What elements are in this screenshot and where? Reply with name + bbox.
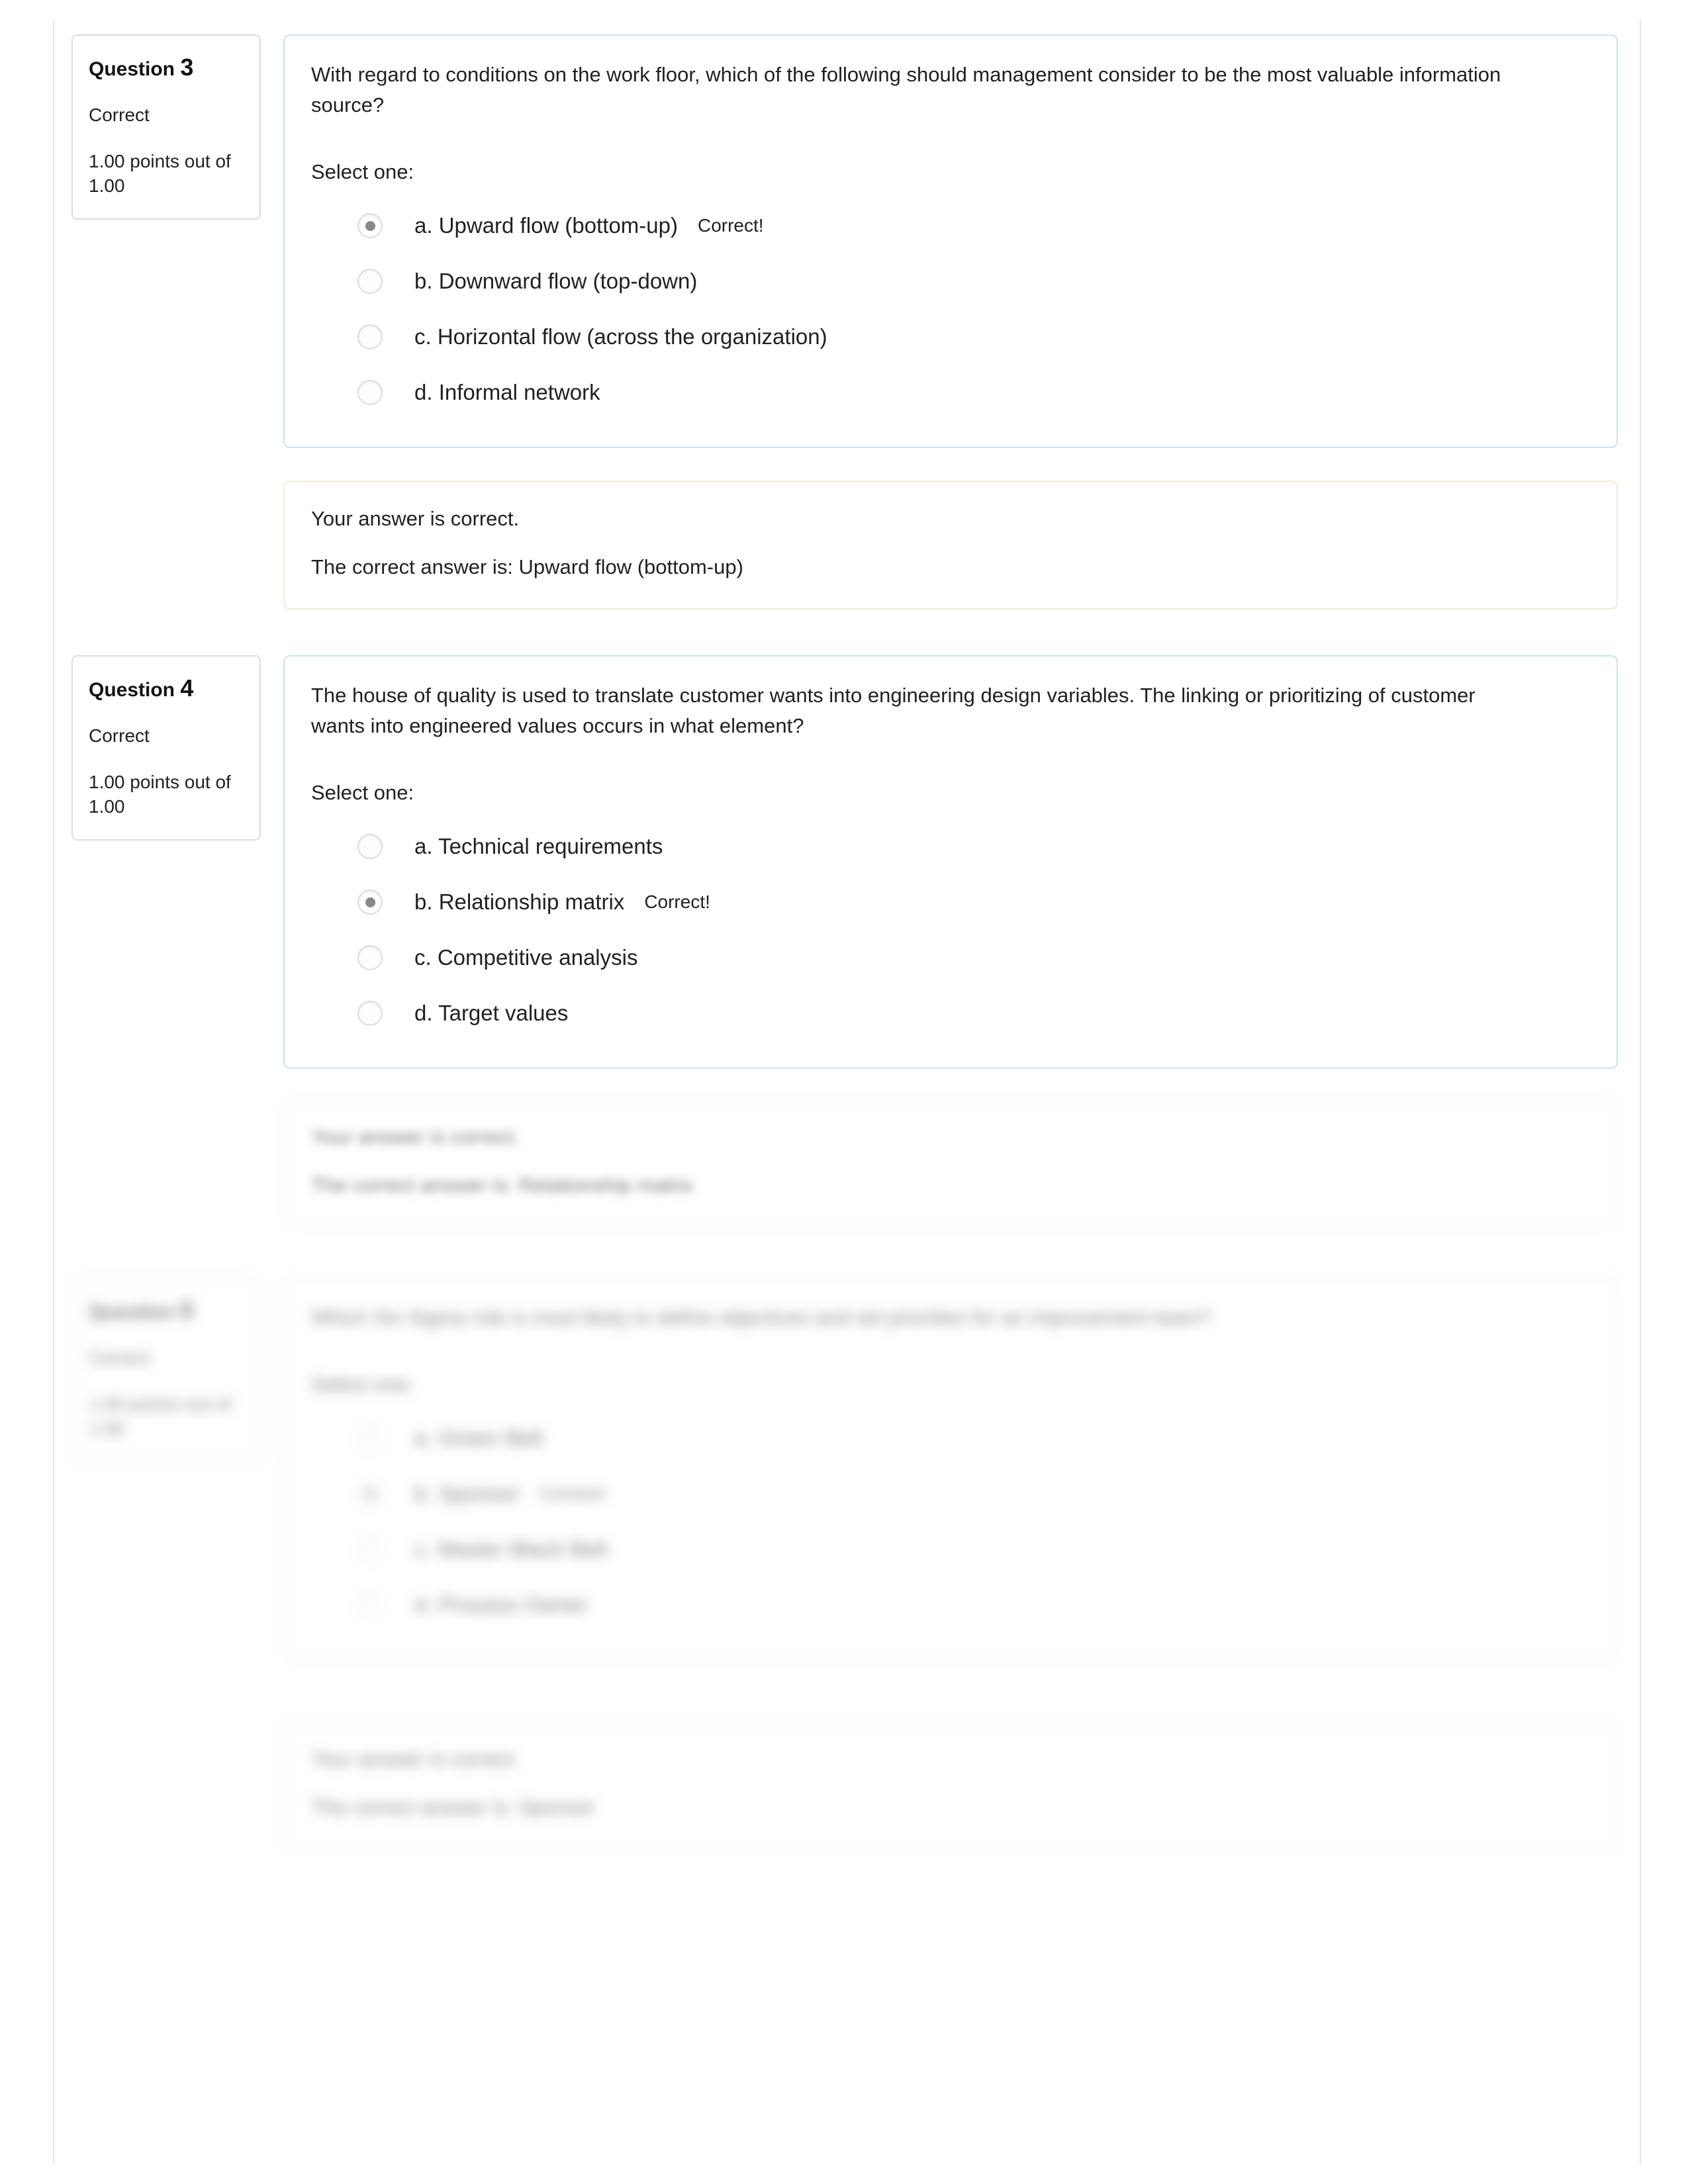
answer-list-5: a. Green Belt b. Sponsor Correct! c. Mas… <box>311 1410 1590 1633</box>
answer-label-3b: b. Downward flow (top-down) <box>414 269 698 294</box>
answer-list-4: a. Technical requirements b. Relationshi… <box>311 819 1590 1041</box>
question-info-title-4: Question 4 <box>89 675 244 702</box>
answer-option-4b[interactable]: b. Relationship matrix Correct! <box>311 874 1590 930</box>
question-text-3: With regard to conditions on the work fl… <box>311 63 1501 116</box>
answer-label-3a: a. Upward flow (bottom-up) <box>414 213 678 238</box>
question-card-3: With regard to conditions on the work fl… <box>283 34 1618 449</box>
answer-label-4d: d. Target values <box>414 1001 569 1026</box>
answer-correct-flag-5b: Correct! <box>539 1483 606 1504</box>
answer-option-4d[interactable]: d. Target values <box>311 985 1590 1041</box>
radio-icon-3b[interactable] <box>357 269 383 295</box>
answer-option-3b[interactable]: b. Downward flow (top-down) <box>311 253 1590 309</box>
feedback-correct-answer-3: The correct answer is: Upward flow (bott… <box>311 555 743 579</box>
question-feedback-5: Your answer is correct. The correct answ… <box>283 1721 1618 1850</box>
answer-option-4c[interactable]: c. Competitive analysis <box>311 930 1590 985</box>
question-info-box-4: Question 4 Correct 1.00 points out of 1.… <box>71 655 261 841</box>
select-one-label-5: Select one: <box>311 1372 414 1396</box>
answer-label-3d: d. Informal network <box>414 380 600 405</box>
page-left-rule <box>53 20 54 2164</box>
answer-option-5b[interactable]: b. Sponsor Correct! <box>311 1466 1590 1522</box>
radio-icon-4c[interactable] <box>357 945 383 971</box>
radio-icon-4b[interactable] <box>357 889 383 915</box>
question-info-title-5: Question 5 <box>89 1297 244 1324</box>
answer-label-4c: c. Competitive analysis <box>414 945 638 970</box>
answer-label-3c: c. Horizontal flow (across the organizat… <box>414 324 827 349</box>
select-one-label-3: Select one: <box>311 159 414 183</box>
question-info-title-3: Question 3 <box>89 54 244 81</box>
answer-correct-flag-4b: Correct! <box>644 891 710 913</box>
radio-icon-4a[interactable] <box>357 834 383 860</box>
question-info-box-3: Question 3 Correct 1.00 points out of 1.… <box>71 34 261 220</box>
question-text-4: The house of quality is used to translat… <box>311 684 1476 737</box>
question-info-state-5: Correct <box>89 1347 150 1368</box>
radio-icon-3a[interactable] <box>357 213 383 239</box>
feedback-result-3: Your answer is correct. <box>311 507 520 530</box>
answer-option-3d[interactable]: d. Informal network <box>311 365 1590 420</box>
question-info-word-3: Question <box>89 58 175 80</box>
radio-icon-3d[interactable] <box>357 380 383 406</box>
question-info-grade-4: 1.00 points out of 1.00 <box>89 771 231 817</box>
feedback-result-5: Your answer is correct. <box>311 1747 520 1770</box>
answer-label-5b: b. Sponsor <box>414 1481 520 1506</box>
question-info-state-3: Correct <box>89 104 150 125</box>
question-info-number-3: 3 <box>180 54 194 81</box>
question-feedback-4: Your answer is correct. The correct answ… <box>283 1099 1618 1228</box>
question-info-number-5: 5 <box>180 1297 194 1324</box>
answer-label-4b: b. Relationship matrix <box>414 889 625 915</box>
page-right-rule <box>1640 20 1641 2164</box>
answer-option-5d[interactable]: d. Process Owner <box>311 1577 1590 1633</box>
question-text-5: Which Six Sigma role is most likely to d… <box>311 1306 1211 1329</box>
feedback-correct-answer-4: The correct answer is: Relationship matr… <box>311 1173 694 1197</box>
answer-option-4a[interactable]: a. Technical requirements <box>311 819 1590 874</box>
feedback-result-4: Your answer is correct. <box>311 1125 520 1148</box>
question-info-state-4: Correct <box>89 725 150 746</box>
answer-option-5c[interactable]: c. Master Black Belt <box>311 1522 1590 1577</box>
answer-option-3a[interactable]: a. Upward flow (bottom-up) Correct! <box>311 198 1590 253</box>
question-info-number-4: 4 <box>180 674 194 702</box>
quiz-review-page: Question 3 Correct 1.00 points out of 1.… <box>0 0 1688 2184</box>
question-info-grade-3: 1.00 points out of 1.00 <box>89 150 231 197</box>
question-feedback-3: Your answer is correct. The correct answ… <box>283 480 1618 610</box>
radio-icon-5b[interactable] <box>357 1481 383 1507</box>
answer-label-5c: c. Master Black Belt <box>414 1537 608 1562</box>
answer-option-3c[interactable]: c. Horizontal flow (across the organizat… <box>311 309 1590 365</box>
radio-icon-5c[interactable] <box>357 1537 383 1563</box>
radio-icon-3c[interactable] <box>357 324 383 350</box>
answer-correct-flag-3a: Correct! <box>697 215 764 236</box>
answer-label-4a: a. Technical requirements <box>414 834 663 859</box>
feedback-correct-answer-5: The correct answer is: Sponsor <box>311 1796 596 1819</box>
answer-option-5a[interactable]: a. Green Belt <box>311 1410 1590 1466</box>
answer-label-5d: d. Process Owner <box>414 1592 588 1617</box>
radio-icon-4d[interactable] <box>357 1001 383 1026</box>
question-info-word-4: Question <box>89 679 175 701</box>
radio-icon-5d[interactable] <box>357 1592 383 1618</box>
answer-label-5a: a. Green Belt <box>414 1426 543 1451</box>
question-info-word-5: Question <box>89 1301 175 1323</box>
question-card-4: The house of quality is used to translat… <box>283 655 1618 1069</box>
radio-icon-5a[interactable] <box>357 1426 383 1451</box>
question-info-grade-5: 1.00 points out of 1.00 <box>89 1393 231 1439</box>
question-card-5: Which Six Sigma role is most likely to d… <box>283 1277 1618 1661</box>
select-one-label-4: Select one: <box>311 780 414 804</box>
question-info-box-5: Question 5 Correct 1.00 points out of 1.… <box>71 1277 261 1463</box>
answer-list-3: a. Upward flow (bottom-up) Correct! b. D… <box>311 198 1590 420</box>
